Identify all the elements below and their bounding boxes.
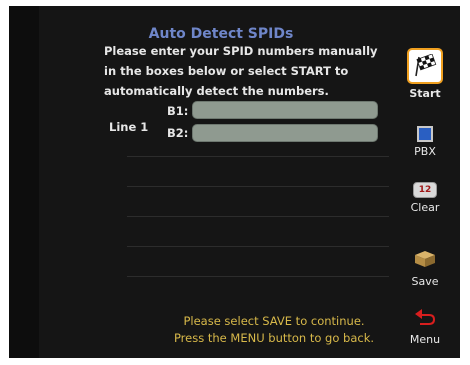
- back-arrow-icon: [415, 309, 435, 325]
- start-button[interactable]: Start: [403, 48, 447, 100]
- divider: [127, 246, 389, 247]
- left-band: [9, 6, 39, 358]
- menu-button[interactable]: Menu: [403, 306, 447, 346]
- checkered-flag-icon: [407, 48, 443, 84]
- clear-button[interactable]: 12 Clear: [403, 182, 447, 214]
- b2-spid-field[interactable]: [192, 124, 378, 142]
- b1-label: B1:: [167, 104, 189, 118]
- page-title: Auto Detect SPIDs: [148, 26, 294, 42]
- save-label: Save: [411, 275, 439, 288]
- footer-save-hint: Please select SAVE to continue.: [183, 314, 365, 328]
- b2-label: B2:: [167, 126, 189, 140]
- b1-spid-field[interactable]: [192, 101, 378, 119]
- pbx-square-icon: [417, 126, 433, 142]
- pbx-label: PBX: [414, 145, 436, 158]
- save-button[interactable]: Save: [403, 248, 447, 288]
- screen: Auto Detect SPIDs Please enter your SPID…: [9, 6, 460, 358]
- divider: [127, 276, 389, 277]
- clear-label: Clear: [410, 201, 440, 214]
- instruction-line-3: automatically detect the numbers.: [104, 84, 329, 98]
- divider: [127, 186, 389, 187]
- instruction-line-2: in the boxes below or select START to: [104, 64, 349, 78]
- save-box-icon: [415, 251, 435, 267]
- line-label: Line 1: [109, 120, 149, 134]
- menu-label: Menu: [409, 333, 441, 346]
- pbx-button[interactable]: PBX: [403, 126, 447, 158]
- divider: [127, 216, 389, 217]
- divider: [127, 156, 389, 157]
- instruction-line-1: Please enter your SPID numbers manually: [104, 44, 378, 58]
- footer-menu-hint: Press the MENU button to go back.: [173, 331, 375, 345]
- start-label: Start: [409, 87, 441, 100]
- clear-icon: 12: [413, 182, 437, 198]
